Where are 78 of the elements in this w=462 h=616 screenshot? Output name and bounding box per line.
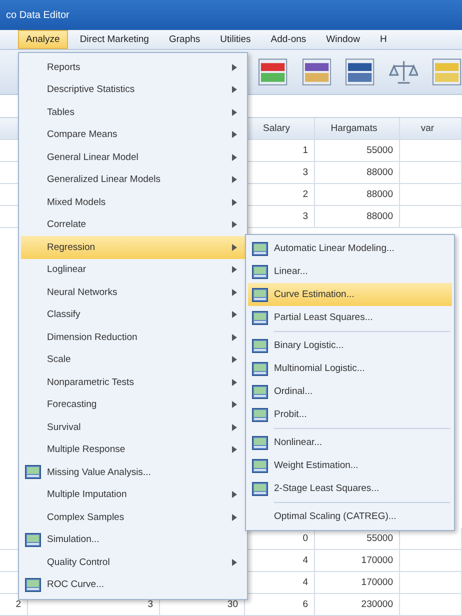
arrow-icon <box>232 491 237 498</box>
menu-item[interactable]: Compare Means <box>21 124 245 146</box>
arrow-icon <box>232 244 237 251</box>
table-cell: 88000 <box>315 162 400 183</box>
menu-item[interactable]: Mixed Models <box>21 191 245 214</box>
table-cell: 88000 <box>315 206 400 227</box>
menu-item[interactable]: H <box>372 30 395 49</box>
menu-item[interactable]: Multiple Imputation <box>21 484 245 506</box>
menu-item[interactable]: 2-Stage Least Squares... <box>248 477 452 500</box>
menu-item[interactable]: Graphs <box>160 30 208 49</box>
menu-item[interactable]: Classify <box>21 304 245 326</box>
menu-item[interactable]: Generalized Linear Models <box>21 168 245 191</box>
arrow-icon <box>232 558 237 566</box>
table-icon[interactable] <box>432 57 462 87</box>
menu-item[interactable]: Correlate <box>21 214 245 236</box>
menu-item[interactable]: Linear... <box>248 260 452 283</box>
table-cell: 55000 <box>315 140 400 161</box>
menu-item[interactable]: Quality Control <box>21 551 245 574</box>
menu-item[interactable]: Binary Logistic... <box>248 334 452 357</box>
menu-item[interactable]: Reports <box>21 56 245 78</box>
column-header: Hargamats <box>315 118 400 139</box>
menu-item[interactable]: Probit... <box>248 403 452 426</box>
menu-item[interactable]: Ordinal... <box>248 380 452 403</box>
arrow-icon <box>232 221 237 228</box>
arrow-icon <box>232 266 237 274</box>
arrow-icon <box>232 378 237 386</box>
menu-item[interactable]: General Linear Model <box>21 146 245 168</box>
arrow-icon <box>232 401 237 408</box>
menu-item[interactable]: Simulation... <box>21 528 245 551</box>
menu-item[interactable]: ROC Curve... <box>21 574 245 596</box>
menu-item[interactable]: Scale <box>21 348 245 371</box>
menu-item[interactable]: Nonparametric Tests <box>21 371 245 394</box>
menu-item[interactable]: Add-ons <box>262 30 314 49</box>
column-header: var <box>400 118 462 139</box>
arrow-icon <box>232 64 237 71</box>
menu-item[interactable]: Missing Value Analysis... <box>21 461 245 484</box>
table-cell: 230000 <box>315 594 400 615</box>
menu-item[interactable]: Analyze <box>18 30 68 49</box>
menu-item[interactable]: Multinomial Logistic... <box>248 357 452 380</box>
menu-item[interactable]: Survival <box>21 416 245 438</box>
arrow-icon <box>232 198 237 206</box>
window-title: co Data Editor <box>6 10 70 20</box>
menu-item[interactable]: Optimal Scaling (CATREG)... <box>248 505 452 528</box>
menu-item[interactable]: Tables <box>21 101 245 124</box>
menu-item[interactable]: Forecasting <box>21 394 245 416</box>
grid-icon[interactable] <box>302 57 332 87</box>
menu-item[interactable]: Descriptive Statistics <box>21 78 245 101</box>
menu-item[interactable]: Curve Estimation... <box>248 283 452 306</box>
menu-item[interactable]: Partial Least Squares... <box>248 306 452 329</box>
arrow-icon <box>232 131 237 138</box>
arrow-icon <box>232 334 237 341</box>
menu-item[interactable]: Complex Samples <box>21 506 245 528</box>
arrow-icon <box>232 356 237 364</box>
menu-item[interactable]: Nonlinear... <box>248 431 452 454</box>
menu-item[interactable]: Weight Estimation... <box>248 454 452 477</box>
table-cell: 88000 <box>315 184 400 205</box>
arrow-icon <box>232 446 237 454</box>
menu-item[interactable]: Automatic Linear Modeling... <box>248 237 452 260</box>
menu-item[interactable]: Regression <box>21 236 245 258</box>
arrow-icon <box>232 154 237 161</box>
arrow-icon <box>232 176 237 184</box>
menu-item[interactable]: Loglinear <box>21 258 245 281</box>
arrow-icon <box>232 311 237 318</box>
table-cell: 170000 <box>315 550 400 571</box>
menu-item[interactable]: Neural Networks <box>21 281 245 304</box>
arrow-icon <box>232 86 237 94</box>
arrow-icon <box>232 288 237 296</box>
table-icon[interactable] <box>345 57 375 87</box>
menu-item[interactable]: Multiple Response <box>21 438 245 461</box>
arrow-icon <box>232 424 237 431</box>
arrow-icon <box>232 108 237 116</box>
menu-item[interactable]: Window <box>318 30 368 49</box>
menu-item[interactable]: Dimension Reduction <box>21 326 245 348</box>
menu-item[interactable]: Direct Marketing <box>72 30 157 49</box>
menu-item[interactable]: Utilities <box>212 30 259 49</box>
grid-icon[interactable] <box>258 57 288 87</box>
table-cell: 170000 <box>315 572 400 593</box>
arrow-icon <box>232 514 237 521</box>
